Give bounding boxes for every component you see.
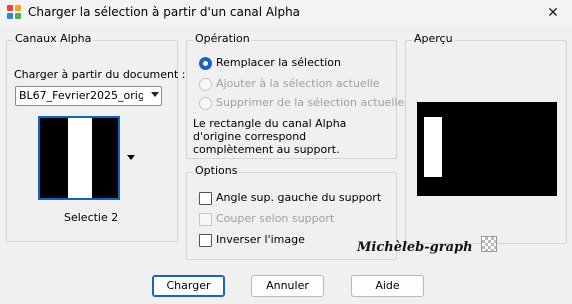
add-to-selection-label[interactable]: Ajouter à la sélection actuelle	[216, 77, 380, 90]
document-select[interactable]: BL67_Fevrier2025_original	[15, 86, 162, 106]
add-to-selection-radio[interactable]	[199, 78, 212, 91]
crop-to-canvas-checkbox[interactable]	[199, 213, 212, 226]
title-bar: Charger la sélection à partir d'un canal…	[0, 0, 572, 26]
replace-selection-label[interactable]: Remplacer la sélection	[216, 56, 341, 69]
window-title: Charger la sélection à partir d'un canal…	[28, 5, 301, 19]
subtract-selection-label[interactable]: Supprimer de la sélection actuelle	[216, 96, 404, 109]
crop-to-canvas-label[interactable]: Couper selon support	[216, 212, 334, 225]
operation-info-line-2: d'origine correspond	[193, 130, 307, 143]
dialog-body: Canaux Alpha Charger à partir du documen…	[0, 26, 572, 304]
operation-group: Opération Remplacer la sélection Ajouter…	[186, 32, 404, 159]
document-select-value: BL67_Fevrier2025_original	[19, 89, 143, 102]
close-icon[interactable]: ✕	[540, 2, 566, 24]
invert-image-checkbox[interactable]	[199, 234, 212, 247]
cancel-button[interactable]: Annuler	[251, 275, 324, 297]
alpha-channels-group: Canaux Alpha Charger à partir du documen…	[6, 32, 186, 242]
thumbnail-dropdown-icon[interactable]	[127, 155, 135, 160]
load-from-label: Charger à partir du document :	[14, 68, 186, 81]
channel-thumbnail[interactable]	[38, 116, 120, 200]
preview-image	[417, 102, 557, 196]
app-logo-icon	[7, 5, 21, 19]
preview-legend: Aperçu	[412, 32, 455, 45]
watermark-signature: Michèleb-graph	[357, 240, 473, 255]
load-button[interactable]: Charger	[152, 275, 225, 297]
help-button[interactable]: Aide	[351, 275, 424, 297]
top-left-corner-label[interactable]: Angle sup. gauche du support	[216, 191, 381, 204]
operation-legend: Opération	[193, 32, 252, 45]
preview-group: Aperçu	[405, 32, 567, 244]
channel-name: Selectie 2	[64, 211, 119, 224]
operation-info-line-3: complètement au support.	[193, 143, 340, 156]
invert-image-label[interactable]: Inverser l'image	[216, 233, 305, 246]
checkerboard-icon	[481, 236, 497, 252]
options-legend: Options	[193, 164, 240, 177]
subtract-selection-radio[interactable]	[199, 97, 212, 110]
chevron-down-icon	[151, 92, 159, 97]
channel-thumbnail-preview	[40, 118, 118, 198]
replace-selection-radio[interactable]	[199, 57, 212, 70]
top-left-corner-checkbox[interactable]	[199, 192, 212, 205]
operation-info-line-1: Le rectangle du canal Alpha	[193, 117, 347, 130]
alpha-channels-legend: Canaux Alpha	[13, 32, 94, 45]
